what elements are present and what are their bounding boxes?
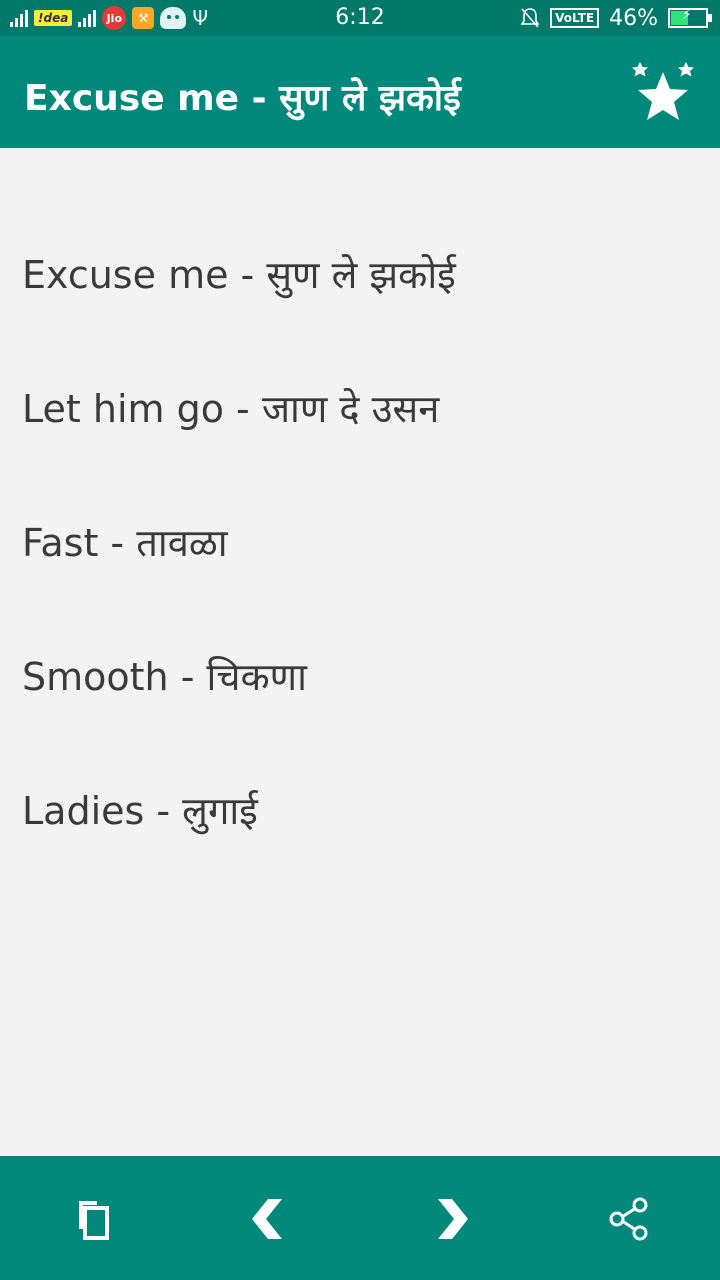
next-button[interactable] [426, 1194, 476, 1244]
phrase-item[interactable]: Fast - तावळा [22, 516, 228, 568]
phrase-item[interactable]: Let him go - जाण दे उसन [22, 382, 439, 434]
bell-off-icon [520, 8, 540, 28]
copy-button[interactable] [66, 1194, 116, 1244]
bottom-bar [0, 1156, 720, 1280]
volte-badge: VoLTE [550, 8, 600, 28]
page-title: Excuse me - सुण ले झकोई [24, 78, 461, 119]
phrase-item[interactable]: Ladies - लुगाई [22, 784, 258, 836]
copy-icon [79, 1201, 109, 1240]
next-icon [438, 1199, 468, 1239]
status-bar: !dea Jio ⚒ Ψ 6:12 VoLTE 46% ⚡ [0, 0, 720, 36]
stars-icon [632, 62, 694, 120]
previous-icon [252, 1199, 282, 1239]
status-right: VoLTE 46% ⚡ [520, 4, 712, 32]
phrase-item[interactable]: Smooth - चिकणा [22, 650, 307, 702]
share-button[interactable] [604, 1194, 654, 1244]
share-icon [609, 1197, 648, 1241]
battery-icon: ⚡ [668, 7, 712, 28]
phrase-item[interactable]: Excuse me - सुण ले झकोई [22, 248, 456, 300]
rate-button[interactable] [628, 58, 698, 126]
previous-button[interactable] [244, 1194, 294, 1244]
battery-percent: 46% [609, 5, 658, 31]
app-bar: Excuse me - सुण ले झकोई [0, 36, 720, 148]
phrase-list: Excuse me - सुण ले झकोई Let him go - जाण… [0, 148, 720, 1156]
